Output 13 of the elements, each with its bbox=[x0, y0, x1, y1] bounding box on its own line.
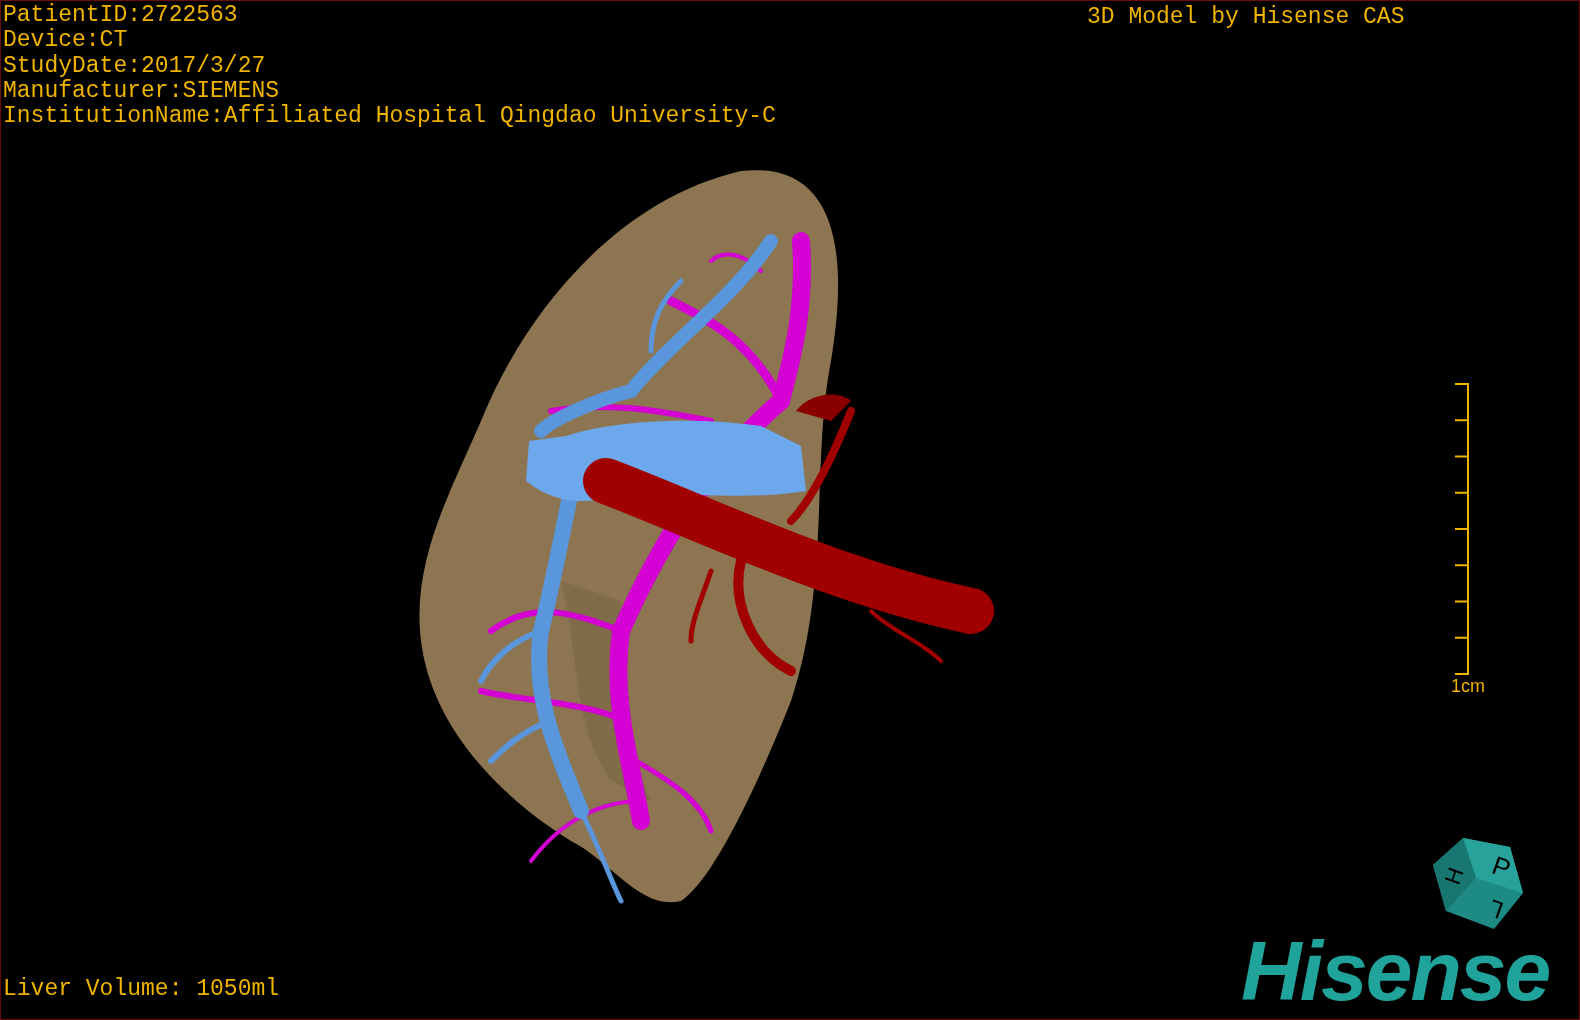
scale-label: 1cm bbox=[1451, 675, 1485, 697]
cube-face-label: P bbox=[1488, 849, 1515, 885]
dicom-info-text: StudyDate:2017/3/27 bbox=[3, 53, 267, 79]
dicom-info-text: Manufacturer:SIEMENS bbox=[3, 78, 281, 104]
dicom-info-text: PatientID:2722563 bbox=[3, 3, 239, 28]
liver-volume-text: Liver Volume: 1050ml bbox=[3, 976, 280, 1002]
dicom-info-text: Device:CT bbox=[3, 28, 129, 54]
render-viewport[interactable]: PatientID:2722563 Device:CT StudyDate:2017/3/27 Manufacturer:SIEMENS InstitutionName:Affiliated Hospital Qingdao University-C 3D Model by Hisense CAS 1cm P H L Liver Volume: 1050ml Hisense bbox=[0, 0, 1580, 1020]
viewer-title: 3D Model by Hisense CAS bbox=[1087, 4, 1405, 30]
dicom-info-text: InstitutionName:Affiliated Hospital Qingdao University-C bbox=[3, 104, 776, 130]
cube-face-label: L bbox=[1485, 894, 1507, 925]
cube-face-label: H bbox=[1439, 864, 1469, 888]
brand-logo: Hisense bbox=[1241, 929, 1550, 1013]
